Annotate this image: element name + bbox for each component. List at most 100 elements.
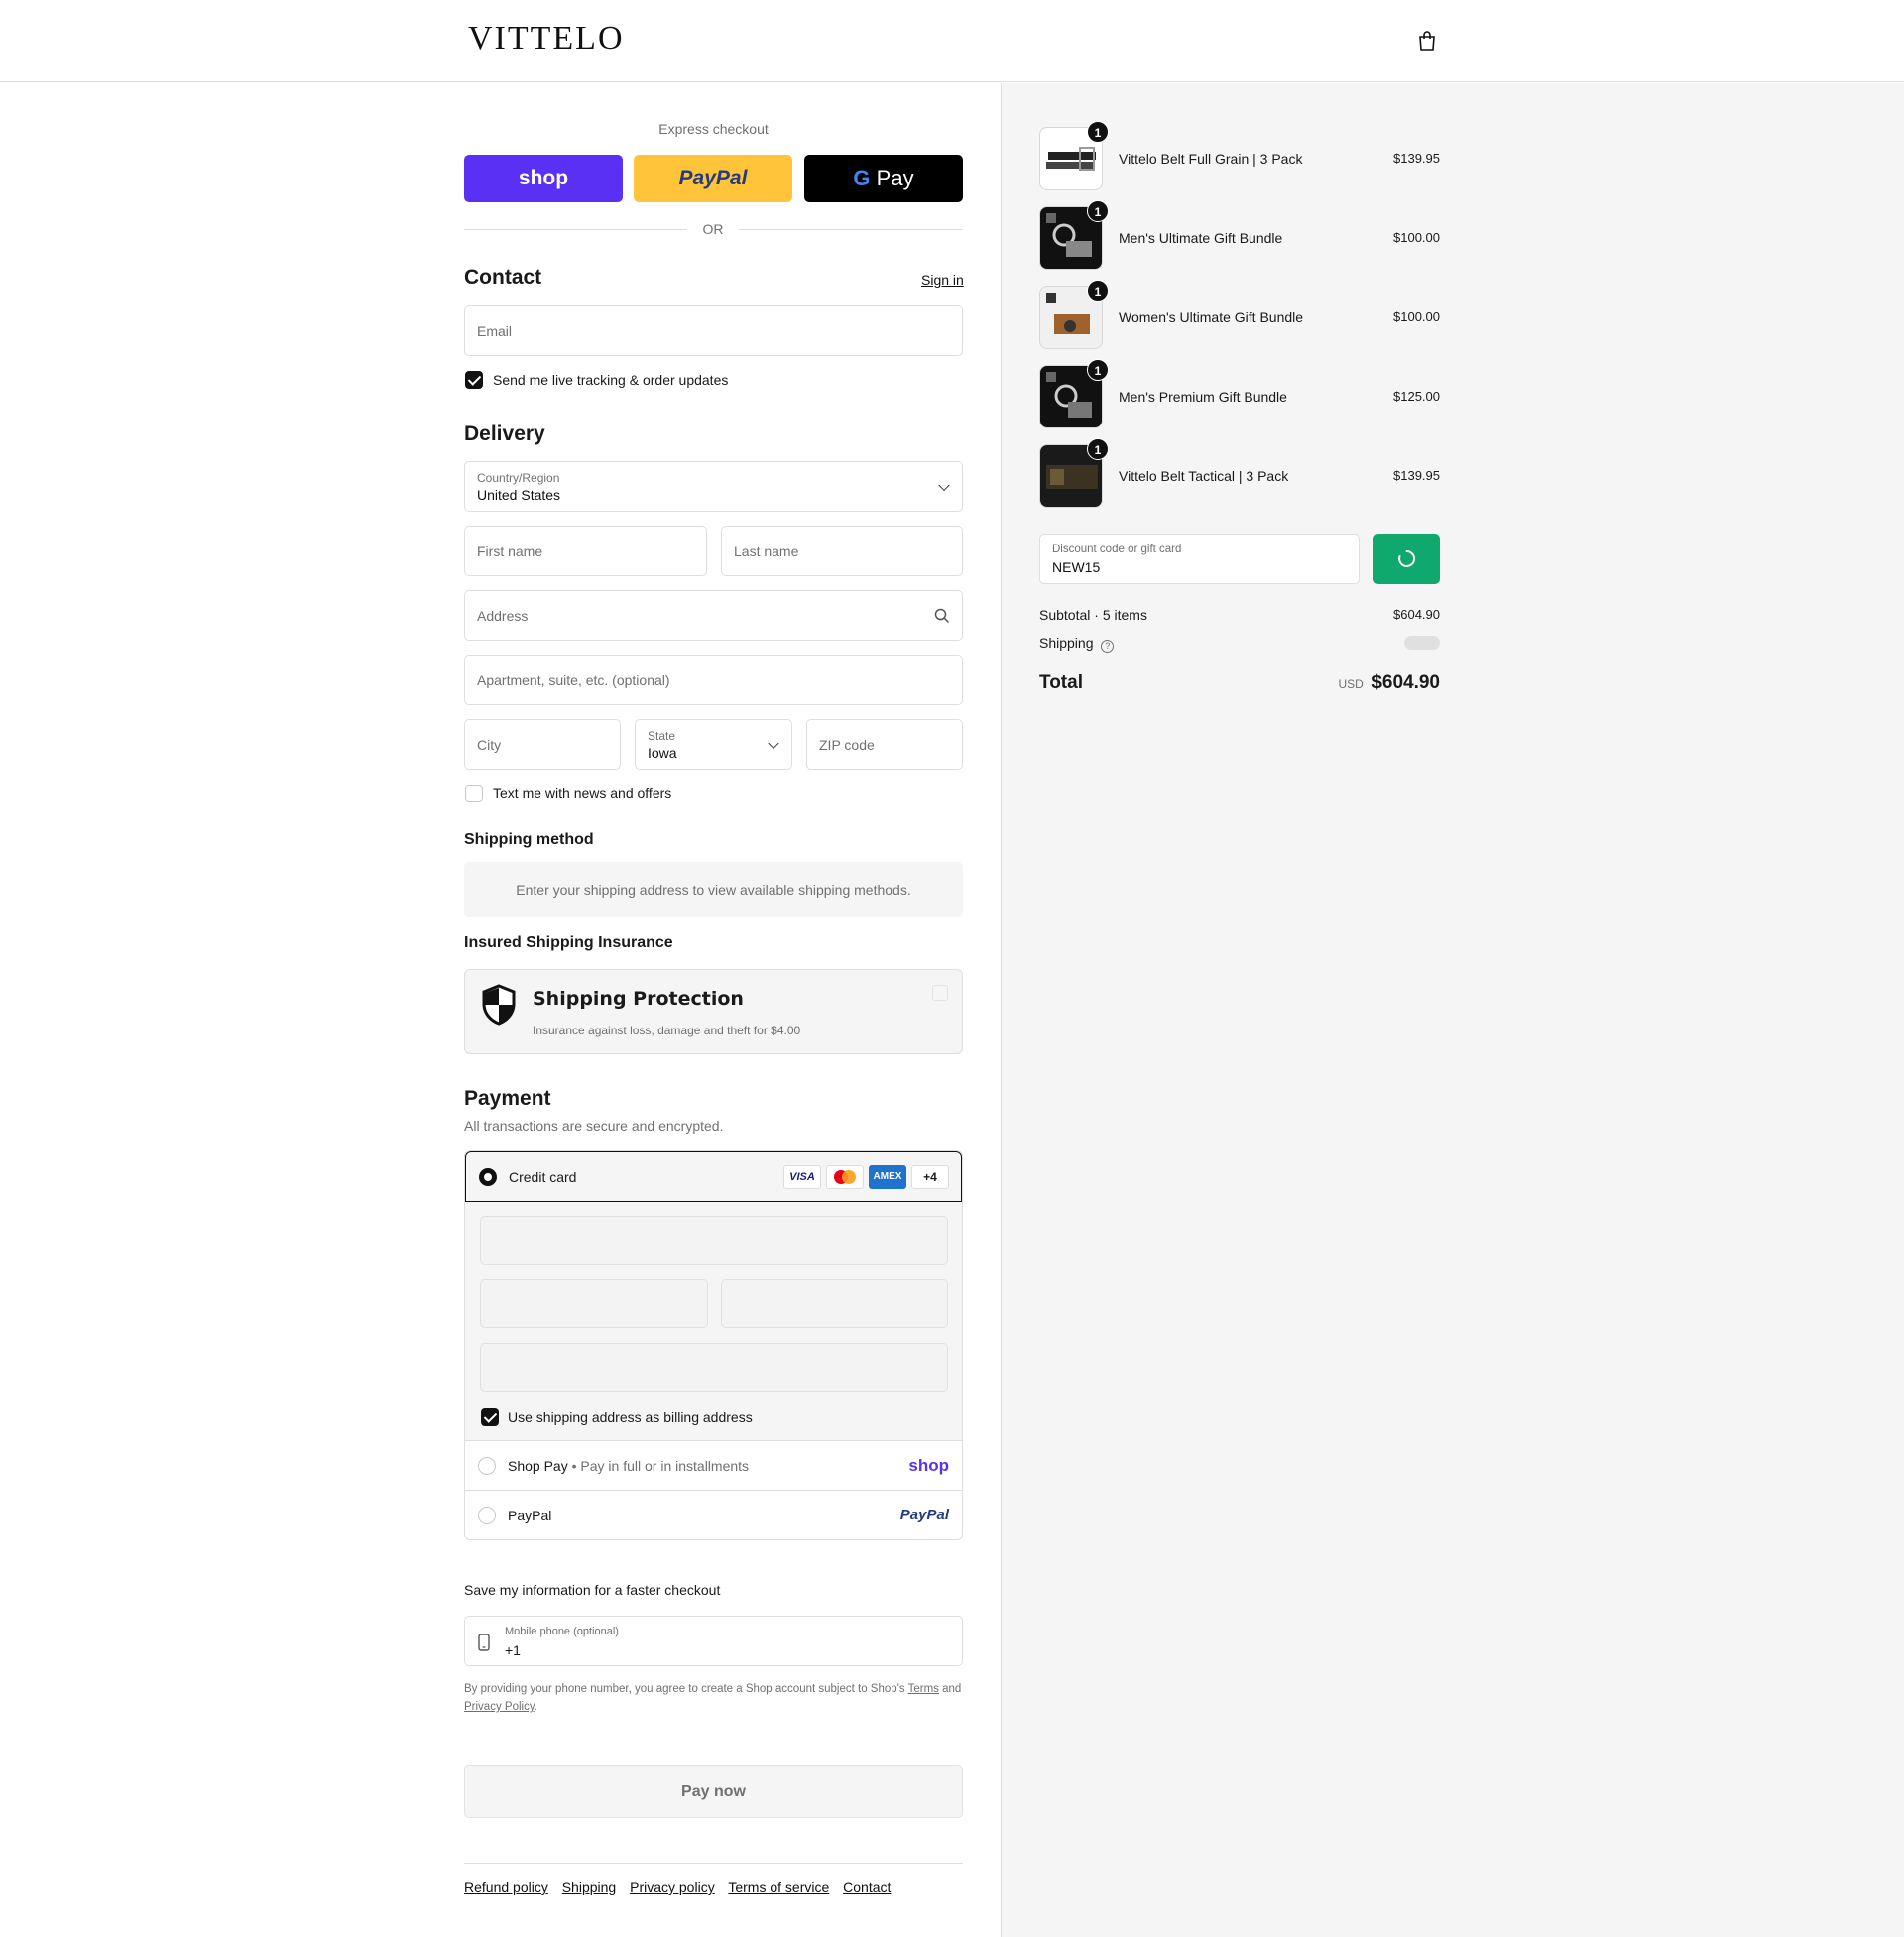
shipping-summary-label: Shipping ? — [1039, 635, 1115, 653]
shipping-link[interactable]: Shipping — [562, 1879, 617, 1895]
loading-spinner-icon — [1398, 549, 1416, 567]
protection-checkbox[interactable] — [932, 985, 948, 1001]
news-checkbox[interactable] — [465, 785, 483, 802]
chevron-down-icon — [938, 479, 950, 491]
legal-and: and — [942, 1683, 962, 1695]
shipping-method-heading: Shipping method — [464, 831, 594, 848]
billing-label: Use shipping address as billing address — [508, 1409, 753, 1425]
shop-pay-button[interactable]: shop — [464, 155, 623, 202]
item-name: Men's Premium Gift Bundle — [1119, 389, 1287, 405]
currency-code: USD — [1338, 677, 1364, 691]
shop-pay-description: Pay in full or in installments — [580, 1458, 750, 1474]
apply-discount-button[interactable] — [1373, 534, 1440, 584]
total-label: Total — [1039, 672, 1083, 693]
quantity-badge: 1 — [1087, 200, 1109, 222]
subtotal-value: $604.90 — [1393, 607, 1440, 622]
terms-of-service-link[interactable]: Terms of service — [728, 1879, 829, 1895]
google-pay-label: Pay — [876, 166, 914, 190]
item-price: $139.95 — [1393, 468, 1440, 483]
contact-heading: Contact — [464, 266, 542, 289]
insurance-heading: Insured Shipping Insurance — [464, 934, 673, 951]
line-item: 1 Vittelo Belt Tactical | 3 Pack $139.95 — [1039, 438, 1440, 508]
tracking-checkbox[interactable] — [465, 371, 483, 389]
first-name-placeholder: First name — [477, 543, 543, 559]
express-checkout-title: Express checkout — [658, 121, 769, 137]
paypal-option[interactable]: PayPal PayPal — [465, 1491, 962, 1539]
contact-link[interactable]: Contact — [843, 1879, 891, 1895]
card-expiry-field[interactable] — [480, 1279, 708, 1328]
more-cards-badge: +4 — [911, 1165, 949, 1189]
line-item: 1 Women's Ultimate Gift Bundle $100.00 — [1039, 280, 1440, 349]
shop-pay-option[interactable]: Shop Pay • Pay in full or in installment… — [465, 1441, 962, 1491]
privacy-policy-link[interactable]: Privacy Policy — [464, 1701, 535, 1713]
legal-period: . — [534, 1701, 537, 1713]
apartment-placeholder: Apartment, suite, etc. (optional) — [477, 671, 670, 688]
legal-text: By providing your phone number, you agre… — [464, 1683, 905, 1695]
quantity-badge: 1 — [1087, 121, 1109, 143]
address-field[interactable]: Address — [464, 590, 963, 641]
item-name: Vittelo Belt Tactical | 3 Pack — [1119, 468, 1289, 484]
delivery-heading: Delivery — [464, 423, 545, 445]
shipping-method-box: Enter your shipping address to view avai… — [464, 862, 963, 917]
search-icon — [934, 608, 950, 624]
google-pay-button[interactable]: G Pay — [804, 155, 963, 202]
footer-links: Refund policy Shipping Privacy policy Te… — [464, 1879, 891, 1895]
discount-value: NEW15 — [1052, 559, 1101, 575]
pay-now-button[interactable]: Pay now — [464, 1765, 963, 1818]
credit-card-radio[interactable] — [479, 1168, 497, 1186]
payment-methods-box: Credit card VISA AMEX +4 Use shipping ad… — [464, 1150, 963, 1540]
discount-label: Discount code or gift card — [1052, 544, 1182, 555]
zip-field[interactable]: ZIP code — [806, 719, 963, 770]
visa-icon: VISA — [783, 1165, 821, 1189]
line-item: 1 Men's Premium Gift Bundle $125.00 — [1039, 359, 1440, 428]
paypal-option-label: PayPal — [508, 1508, 552, 1523]
discount-code-field[interactable]: Discount code or gift card NEW15 — [1039, 534, 1360, 584]
country-select[interactable]: Country/Region United States — [464, 461, 963, 512]
billing-checkbox[interactable] — [481, 1408, 499, 1426]
phone-label: Mobile phone (optional) — [505, 1626, 619, 1637]
country-label: Country/Region — [477, 471, 560, 485]
news-label: Text me with news and offers — [493, 786, 672, 801]
card-name-field[interactable] — [480, 1343, 948, 1392]
privacy-policy-footer-link[interactable]: Privacy policy — [630, 1879, 715, 1895]
help-circle-icon[interactable]: ? — [1101, 640, 1115, 653]
zip-placeholder: ZIP code — [819, 736, 875, 753]
sign-in-link[interactable]: Sign in — [921, 272, 964, 288]
paypal-logo: PayPal — [899, 1507, 949, 1523]
item-price: $125.00 — [1393, 389, 1440, 404]
shield-icon — [482, 984, 516, 1026]
brand-logo[interactable]: VITTELO — [468, 20, 625, 58]
first-name-field[interactable]: First name — [464, 526, 707, 576]
refund-policy-link[interactable]: Refund policy — [464, 1879, 548, 1895]
mobile-phone-field[interactable]: Mobile phone (optional) +1 — [464, 1616, 963, 1666]
header: VITTELO — [0, 0, 1904, 82]
shop-pay-radio[interactable] — [478, 1457, 496, 1475]
payment-heading: Payment — [464, 1087, 551, 1110]
email-field[interactable]: Email — [464, 305, 963, 356]
card-number-field[interactable] — [480, 1216, 948, 1265]
apartment-field[interactable]: Apartment, suite, etc. (optional) — [464, 655, 963, 705]
total-value: $604.90 — [1371, 672, 1440, 693]
item-name: Vittelo Belt Full Grain | 3 Pack — [1119, 151, 1303, 167]
shop-pay-logo: shop — [908, 1456, 949, 1475]
or-divider-left — [464, 229, 687, 230]
shipping-method-note: Enter your shipping address to view avai… — [516, 882, 911, 898]
credit-card-option[interactable]: Credit card VISA AMEX +4 — [465, 1151, 962, 1202]
quantity-badge: 1 — [1087, 280, 1109, 302]
card-form-area: Use shipping address as billing address — [465, 1202, 962, 1441]
paypal-radio[interactable] — [478, 1507, 496, 1524]
state-label: State — [648, 729, 676, 743]
tracking-label: Send me live tracking & order updates — [493, 372, 729, 388]
item-price: $100.00 — [1393, 309, 1440, 324]
terms-link[interactable]: Terms — [908, 1683, 939, 1695]
state-select[interactable]: State Iowa — [635, 719, 792, 770]
paypal-button[interactable]: PayPal — [634, 155, 792, 202]
shipping-protection-box[interactable]: Shipping Protection Insurance against lo… — [464, 969, 963, 1054]
last-name-field[interactable]: Last name — [721, 526, 963, 576]
total-amount: USD $604.90 — [1339, 672, 1440, 694]
card-cvv-field[interactable] — [721, 1279, 948, 1328]
shop-pay-label: shop — [518, 167, 569, 189]
shopping-bag-icon[interactable] — [1416, 30, 1438, 52]
mobile-phone-icon — [478, 1634, 490, 1651]
city-field[interactable]: City — [464, 719, 621, 770]
